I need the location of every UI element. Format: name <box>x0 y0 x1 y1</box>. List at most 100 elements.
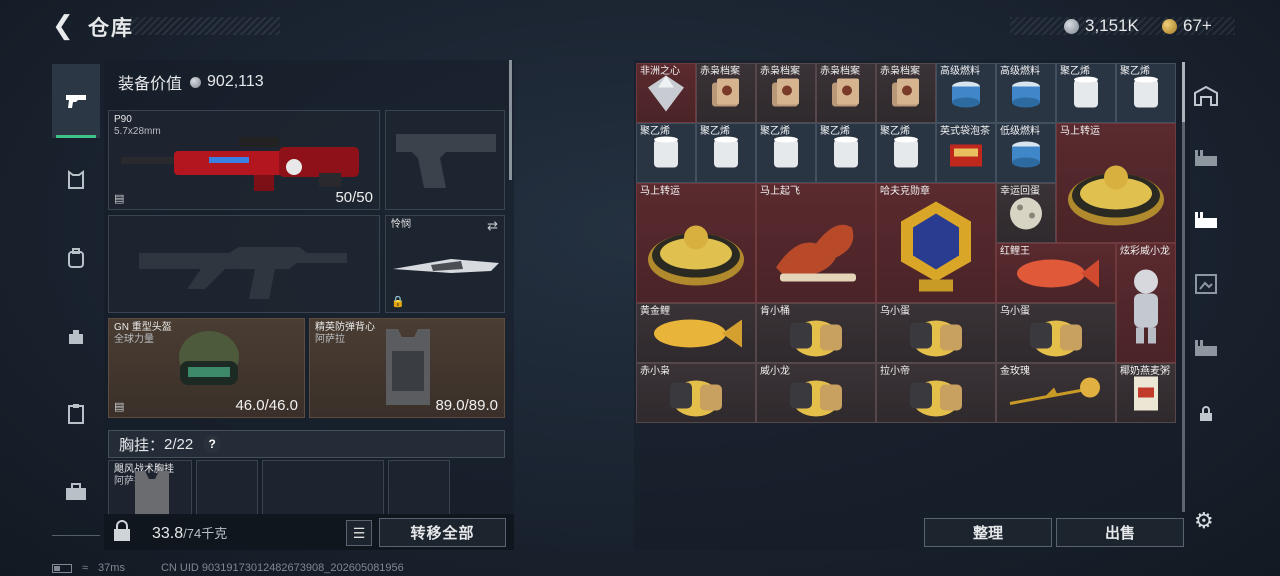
storage-item[interactable]: 拉小帝 <box>876 363 996 423</box>
storage-item[interactable]: 赤枭档案 <box>816 63 876 123</box>
vest-slot[interactable]: 精英防弹背心 阿萨拉 89.0/89.0 <box>309 318 505 418</box>
storage-item-label: 赤枭档案 <box>880 66 920 77</box>
storage-item-label: 红鲤王 <box>1000 246 1030 257</box>
storage-item[interactable]: 马上起飞 <box>756 183 876 303</box>
storage-item[interactable]: 赤枭档案 <box>696 63 756 123</box>
nav-bag[interactable] <box>52 312 100 360</box>
storage-item[interactable]: 马上转运 <box>1056 123 1176 243</box>
equipment-scrollbar[interactable] <box>509 60 512 180</box>
storage-item[interactable]: 聚乙烯 <box>876 123 936 183</box>
secondary-weapon-slot[interactable] <box>385 110 505 210</box>
sort-button[interactable]: 整理 <box>924 518 1052 547</box>
storage-item[interactable]: 聚乙烯 <box>1056 63 1116 123</box>
tab-locked[interactable] <box>1188 396 1224 432</box>
storage-item[interactable]: 赤枭档案 <box>876 63 936 123</box>
storage-item-label: 聚乙烯 <box>1120 66 1150 77</box>
storage-item[interactable]: 聚乙烯 <box>816 123 876 183</box>
melee-slot[interactable]: 怜悯 ⇄ 🔒 <box>385 215 505 313</box>
nav-toolbox[interactable] <box>52 468 100 516</box>
helmet-durability: 46.0/46.0 <box>235 397 298 414</box>
sell-button[interactable]: 出售 <box>1056 518 1184 547</box>
helmet-slot[interactable]: GN 重型头盔 全球力量 ▤ 46.0/46.0 <box>108 318 305 418</box>
uid-text: CN UID 9031917301248267390​8_20260508195… <box>160 562 404 574</box>
storage-item[interactable]: 英式袋泡茶 <box>936 123 996 183</box>
storage-item[interactable]: 炫彩威小龙 <box>1116 243 1176 363</box>
nav-backpack[interactable] <box>52 234 100 282</box>
storage-item-label: 黄金鲤 <box>640 306 670 317</box>
primary-weapon-slot[interactable]: P90 5.7x28mm ▤ 50/50 <box>108 110 380 210</box>
storage-item[interactable]: 高级燃料 <box>936 63 996 123</box>
storage-item[interactable]: 聚乙烯 <box>696 123 756 183</box>
silver-coin-icon <box>190 76 202 88</box>
lock-icon[interactable] <box>112 520 134 544</box>
storage-item-label: 肯小桶 <box>760 306 790 317</box>
storage-item[interactable]: 椰奶燕麦粥 <box>1116 363 1176 423</box>
storage-tab-icon <box>1195 212 1217 228</box>
chest-rig-item[interactable]: 飓风战术胸挂 阿萨拉 <box>108 460 192 516</box>
storage-item-label: 乌小蛋 <box>880 306 910 317</box>
roll-icon <box>891 136 921 177</box>
chest-rig-count: 2/22 <box>164 435 194 453</box>
storage-item-label: 威小龙 <box>760 366 790 377</box>
tab-storage-2[interactable] <box>1188 140 1224 176</box>
storage-item-label: 聚乙烯 <box>700 126 730 137</box>
storage-item-label: 聚乙烯 <box>1060 66 1090 77</box>
help-icon[interactable]: ? <box>203 435 222 453</box>
ping-text: 37ms <box>98 562 125 574</box>
storage-item-label: 炫彩威小龙 <box>1120 246 1170 257</box>
second-primary-slot[interactable] <box>108 215 380 313</box>
storage-item[interactable]: 非洲之心 <box>636 63 696 123</box>
storage-item[interactable]: 聚乙烯 <box>756 123 816 183</box>
storage-item[interactable]: 哈夫克勋章 <box>876 183 996 303</box>
helmet-sub: 全球力量 <box>114 334 154 345</box>
tab-storage-3[interactable] <box>1188 202 1224 238</box>
storage-scroll-thumb[interactable] <box>1182 62 1185 122</box>
no-insure-icon: ▤ <box>114 401 125 413</box>
storage-item[interactable]: 肯小桶 <box>756 303 876 363</box>
tab-storage-5[interactable] <box>1188 330 1224 366</box>
storage-item[interactable]: 威小龙 <box>756 363 876 423</box>
storage-item[interactable]: 聚乙烯 <box>1116 63 1176 123</box>
list-view-button[interactable]: ☰ <box>346 520 372 546</box>
storage-item[interactable]: 金玫瑰 <box>996 363 1116 423</box>
storage-item[interactable]: 赤小枭 <box>636 363 756 423</box>
storage-item[interactable]: 马上转运 <box>636 183 756 303</box>
storage-item[interactable]: 聚乙烯 <box>636 123 696 183</box>
chest-rig-slot[interactable] <box>196 460 258 516</box>
nav-weapon[interactable] <box>52 64 100 138</box>
chest-rig-slot[interactable] <box>388 460 450 516</box>
armor-icon <box>68 170 84 189</box>
storage-item[interactable]: 高级燃料 <box>996 63 1056 123</box>
move-all-button[interactable]: 转移全部 <box>379 518 506 547</box>
chest-rig-slot[interactable] <box>262 460 384 516</box>
storage-item[interactable]: 幸运回蛋 <box>996 183 1056 243</box>
nav-armor[interactable] <box>52 156 100 204</box>
storage-item[interactable]: 乌小蛋 <box>876 303 996 363</box>
storage-tab-icon <box>1195 150 1217 166</box>
wifi-icon: ≈ <box>82 562 89 574</box>
fuel-icon <box>1010 79 1042 114</box>
figure-icon <box>1126 268 1166 353</box>
weight-max: /74千克 <box>183 526 228 541</box>
roll-icon <box>1131 76 1161 117</box>
tab-storage-main[interactable] <box>1188 78 1224 114</box>
storage-item[interactable]: 乌小蛋 <box>996 303 1116 363</box>
swap-icon[interactable]: ⇄ <box>487 218 498 234</box>
back-arrow-icon[interactable]: ❮ <box>52 12 78 38</box>
tea-icon <box>948 139 984 174</box>
fish-gold-icon <box>646 312 746 361</box>
tab-storage-4[interactable] <box>1188 266 1224 302</box>
nav-clipboard[interactable] <box>52 390 100 438</box>
storage-item[interactable]: 红鲤王 <box>996 243 1116 303</box>
storage-item[interactable]: 黄金鲤 <box>636 303 756 363</box>
rose-icon <box>1006 374 1106 419</box>
storage-item-label: 椰奶燕麦粥 <box>1120 366 1170 377</box>
storage-item[interactable]: 低级燃料 <box>996 123 1056 183</box>
storage-item[interactable]: 赤枭档案 <box>756 63 816 123</box>
storage-scrollbar[interactable] <box>1182 62 1185 512</box>
storage-item-label: 马上转运 <box>640 186 680 197</box>
gold-currency[interactable]: 67+ <box>1162 14 1212 38</box>
helmet-name: GN 重型头盔 <box>114 322 172 333</box>
settings-gear-icon[interactable]: ⚙ <box>1194 508 1214 534</box>
clipboard-icon <box>68 404 84 424</box>
